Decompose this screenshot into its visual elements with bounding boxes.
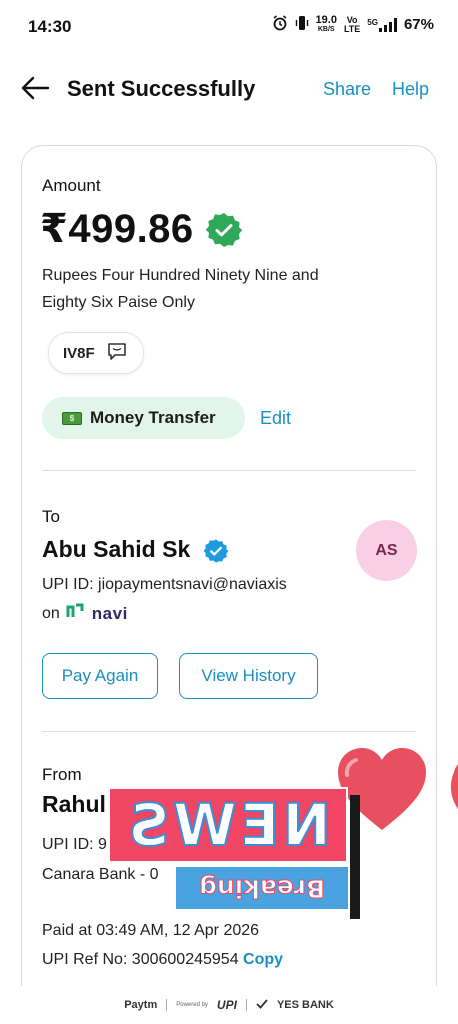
copy-ref-button[interactable]: Copy (243, 951, 283, 968)
message-icon (107, 342, 127, 365)
status-icons: 19.0 KB/S Vo LTE 5G 67% (272, 13, 434, 34)
paid-at-timestamp: Paid at 03:49 AM, 12 Apr 2026 (42, 922, 260, 939)
edit-category-link[interactable]: Edit (260, 408, 291, 429)
footer: Paytm Powered by UPI YES BANK (0, 986, 458, 1024)
amount-label: Amount (42, 176, 101, 195)
divider (166, 999, 168, 1011)
category-label: Money Transfer (90, 408, 216, 427)
from-label: From (42, 765, 82, 784)
alarm-icon (272, 15, 288, 34)
share-button[interactable]: Share (323, 79, 371, 100)
news-text: NEWS (124, 790, 332, 860)
network-type: 5G (367, 17, 378, 27)
payee-app: on navi (42, 603, 128, 624)
speed-value: 19.0 (315, 13, 337, 26)
view-history-button[interactable]: View History (179, 653, 318, 699)
signal-icon: 5G (367, 17, 397, 32)
sticker-edge (350, 795, 360, 919)
breaking-band: Breaking (176, 867, 348, 909)
upi-logo: UPI (216, 998, 237, 1012)
volte-bottom: LTE (343, 23, 361, 34)
on-label: on (42, 604, 60, 622)
page-title: Sent Successfully (67, 76, 256, 101)
news-band: NEWS (108, 787, 348, 863)
back-arrow-icon[interactable] (20, 74, 50, 102)
breaking-text: Breaking (198, 873, 326, 903)
vibrate-icon (295, 15, 309, 34)
speed-unit: KB/S (317, 25, 335, 33)
network-speed: 19.0 KB/S (315, 13, 337, 34)
verified-badge-icon (205, 211, 243, 249)
help-button[interactable]: Help (392, 79, 429, 100)
paytm-logo: Paytm (124, 999, 158, 1011)
status-time: 14:30 (28, 17, 72, 36)
sender-name: Rahul (42, 791, 106, 817)
battery-level: 67% (403, 16, 434, 33)
note-code: IV8F (63, 344, 95, 362)
divider (42, 470, 416, 471)
to-label: To (42, 507, 60, 526)
yes-bank-logo: YES BANK (276, 999, 334, 1011)
app-header: Sent Successfully Share Help (0, 60, 458, 116)
payee-upi-id: UPI ID: jiopaymentsnavi@naviaxis (42, 576, 287, 593)
powered-by-label: Powered by (176, 1002, 208, 1008)
volte-indicator: Vo LTE (343, 15, 361, 34)
pay-again-button[interactable]: Pay Again (42, 653, 158, 699)
navi-wordmark: navi (91, 603, 128, 623)
payee-avatar: AS (356, 520, 417, 581)
divider (42, 731, 416, 732)
divider (245, 999, 247, 1011)
heart-icon (450, 764, 458, 809)
payee-name: Abu Sahid Sk (42, 536, 191, 562)
category-chip: $ Money Transfer (42, 397, 245, 439)
checkmark-icon (256, 998, 268, 1012)
amount-in-words: Rupees Four Hundred Ninety Nine and Eigh… (42, 267, 319, 311)
banknote-icon: $ (62, 411, 82, 425)
verified-check-icon (203, 538, 229, 564)
sender-upi-id: UPI ID: 9 (42, 836, 107, 853)
amount-value: ₹499.86 (40, 207, 194, 251)
upi-ref-number: UPI Ref No: 300600245954 (42, 951, 239, 968)
breaking-news-sticker: NEWS Breaking (108, 787, 364, 923)
navi-logo-icon (66, 603, 86, 624)
upi-ref-line: UPI Ref No: 300600245954 Copy (42, 951, 283, 969)
note-chip[interactable]: IV8F (48, 332, 144, 374)
status-bar: 14:30 19.0 KB/S Vo LTE 5G 67% (0, 0, 458, 56)
